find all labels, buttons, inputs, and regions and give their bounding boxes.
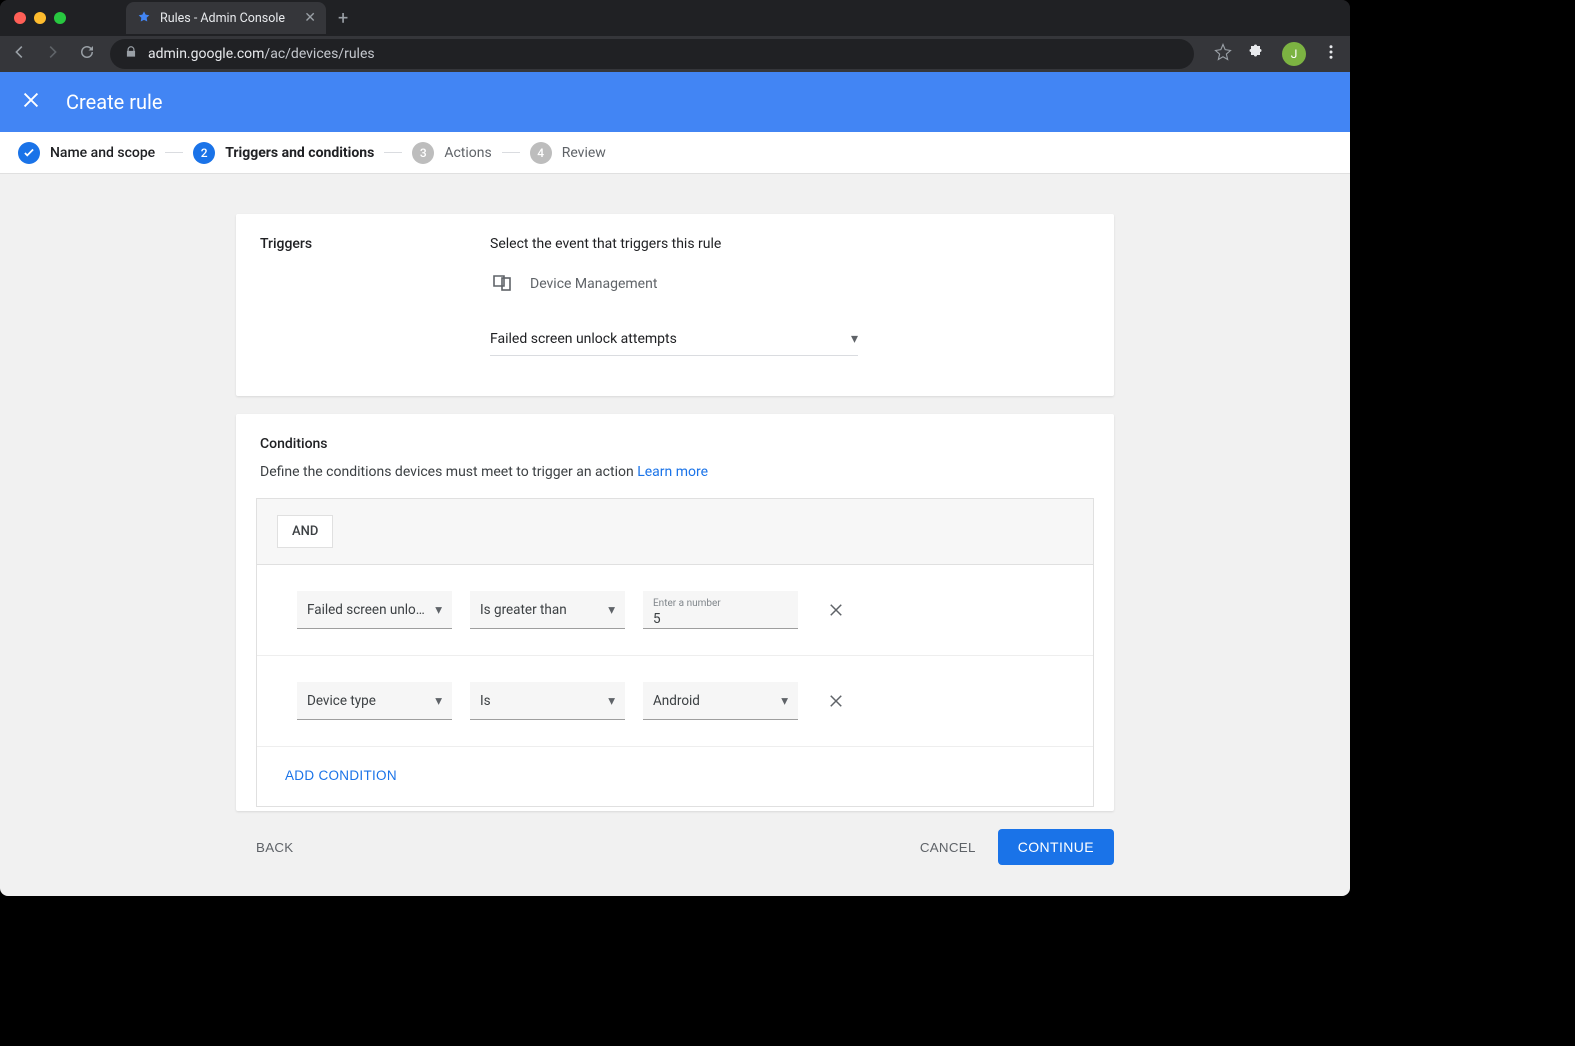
condition-row: Device type ▾ Is ▾ Android ▾	[257, 656, 1093, 747]
address-bar-row: admin.google.com/ac/devices/rules J	[0, 36, 1350, 72]
input-label: Enter a number	[653, 599, 721, 609]
learn-more-link[interactable]: Learn more	[637, 464, 708, 480]
chevron-down-icon: ▾	[435, 693, 442, 709]
back-icon[interactable]	[10, 43, 28, 65]
chevron-down-icon: ▾	[435, 602, 442, 618]
admin-favicon-icon	[136, 10, 152, 26]
conditions-description: Define the conditions devices must meet …	[260, 464, 1090, 480]
add-condition-button[interactable]: ADD CONDITION	[285, 768, 397, 783]
cancel-button[interactable]: CANCEL	[920, 840, 976, 855]
wizard-footer: BACK CANCEL CONTINUE	[236, 829, 1114, 865]
conditions-head: AND	[257, 499, 1093, 565]
triggers-card: Triggers Select the event that triggers …	[236, 214, 1114, 396]
bookmark-star-icon[interactable]	[1214, 43, 1232, 65]
browser-tab[interactable]: Rules - Admin Console ✕	[126, 2, 326, 34]
chevron-down-icon: ▾	[781, 693, 788, 709]
trigger-select-value: Failed screen unlock attempts	[490, 331, 677, 347]
step-divider	[502, 152, 520, 153]
step-triggers-conditions[interactable]: 2 Triggers and conditions	[193, 142, 374, 164]
lock-icon	[124, 45, 138, 63]
close-icon[interactable]	[20, 89, 42, 115]
chevron-down-icon: ▾	[608, 602, 615, 618]
step-name-scope[interactable]: Name and scope	[18, 142, 155, 164]
remove-condition-button[interactable]	[826, 691, 846, 711]
trigger-select[interactable]: Failed screen unlock attempts ▾	[490, 322, 858, 356]
condition-operator-select[interactable]: Is ▾	[470, 682, 625, 720]
page-title: Create rule	[66, 90, 162, 114]
chevron-down-icon: ▾	[608, 693, 615, 709]
check-icon	[18, 142, 40, 164]
add-condition-row: ADD CONDITION	[257, 747, 1093, 806]
continue-button[interactable]: CONTINUE	[998, 829, 1114, 865]
new-tab-button[interactable]: +	[338, 8, 348, 29]
condition-field-select[interactable]: Failed screen unlock … ▾	[297, 591, 452, 629]
conditions-title: Conditions	[260, 436, 1090, 452]
step-divider	[165, 152, 183, 153]
chevron-down-icon: ▾	[851, 331, 858, 347]
trigger-category-label: Device Management	[530, 276, 657, 292]
window-close-dot[interactable]	[14, 12, 26, 24]
triggers-title: Triggers	[260, 236, 450, 356]
tab-close-icon[interactable]: ✕	[304, 10, 316, 26]
condition-row: Failed screen unlock … ▾ Is greater than…	[257, 565, 1093, 656]
window-zoom-dot[interactable]	[54, 12, 66, 24]
wizard-stepper: Name and scope 2 Triggers and conditions…	[0, 132, 1350, 174]
toolbar-right: J	[1214, 42, 1340, 66]
step-divider	[384, 152, 402, 153]
browser-menu-icon[interactable]	[1322, 43, 1340, 65]
tab-bar: Rules - Admin Console ✕ +	[0, 0, 1350, 36]
step-review: 4 Review	[530, 142, 606, 164]
app-header: Create rule	[0, 72, 1350, 132]
url-text: admin.google.com/ac/devices/rules	[148, 46, 375, 62]
traffic-lights	[14, 12, 66, 24]
logic-chip[interactable]: AND	[277, 515, 333, 548]
condition-value-input[interactable]: Enter a number 5	[643, 591, 798, 629]
extensions-icon[interactable]	[1248, 43, 1266, 65]
condition-operator-select[interactable]: Is greater than ▾	[470, 591, 625, 629]
conditions-box: AND Failed screen unlock … ▾ Is greater …	[256, 498, 1094, 807]
app-viewport: Create rule Name and scope 2 Triggers an…	[0, 72, 1350, 896]
profile-avatar[interactable]: J	[1282, 42, 1306, 66]
window-minimize-dot[interactable]	[34, 12, 46, 24]
devices-icon	[490, 270, 514, 298]
tab-title: Rules - Admin Console	[160, 11, 285, 26]
browser-window: Rules - Admin Console ✕ + admin.google.c…	[0, 0, 1350, 896]
content-scroll[interactable]: Triggers Select the event that triggers …	[0, 174, 1350, 896]
omnibox[interactable]: admin.google.com/ac/devices/rules	[110, 39, 1194, 69]
nav-buttons	[10, 43, 96, 65]
trigger-category: Device Management	[490, 270, 1090, 298]
reload-icon[interactable]	[78, 43, 96, 65]
step-actions: 3 Actions	[412, 142, 491, 164]
triggers-description: Select the event that triggers this rule	[490, 236, 1090, 252]
condition-value-select[interactable]: Android ▾	[643, 682, 798, 720]
conditions-card: Conditions Define the conditions devices…	[236, 414, 1114, 811]
condition-field-select[interactable]: Device type ▾	[297, 682, 452, 720]
back-button[interactable]: BACK	[256, 840, 294, 855]
forward-icon	[44, 43, 62, 65]
remove-condition-button[interactable]	[826, 600, 846, 620]
